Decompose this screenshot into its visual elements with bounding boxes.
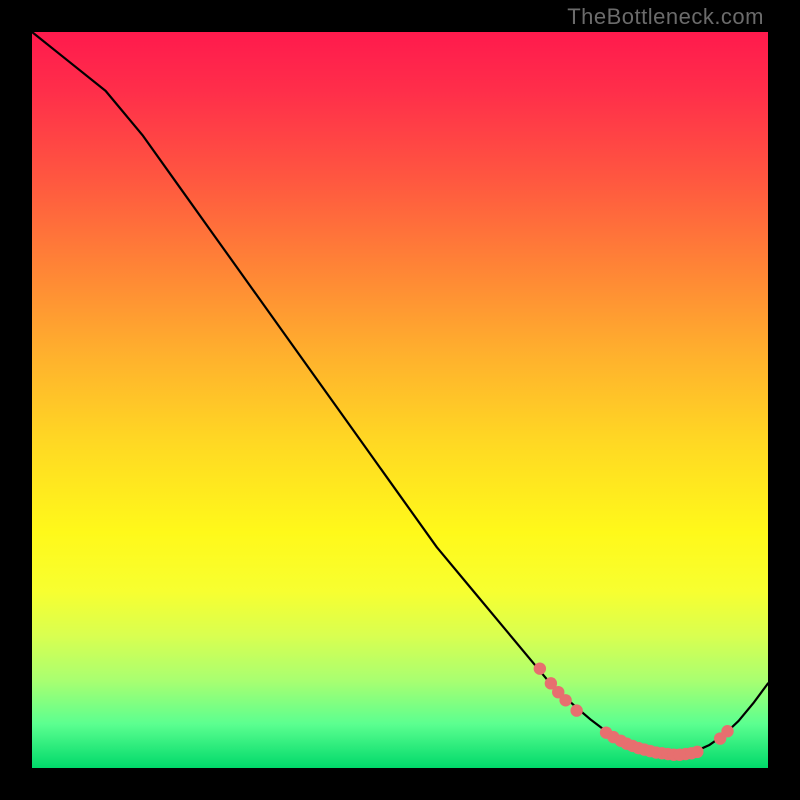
chart-svg — [32, 32, 768, 768]
attribution-text: TheBottleneck.com — [567, 4, 764, 30]
marker-dot — [570, 704, 582, 716]
marker-dot — [559, 694, 571, 706]
plot-area — [32, 32, 768, 768]
bottleneck-curve — [32, 32, 768, 755]
marker-dots — [534, 662, 734, 761]
marker-dot — [534, 662, 546, 674]
chart-canvas: TheBottleneck.com — [0, 0, 800, 800]
marker-dot — [721, 725, 733, 737]
marker-dot — [691, 746, 703, 758]
